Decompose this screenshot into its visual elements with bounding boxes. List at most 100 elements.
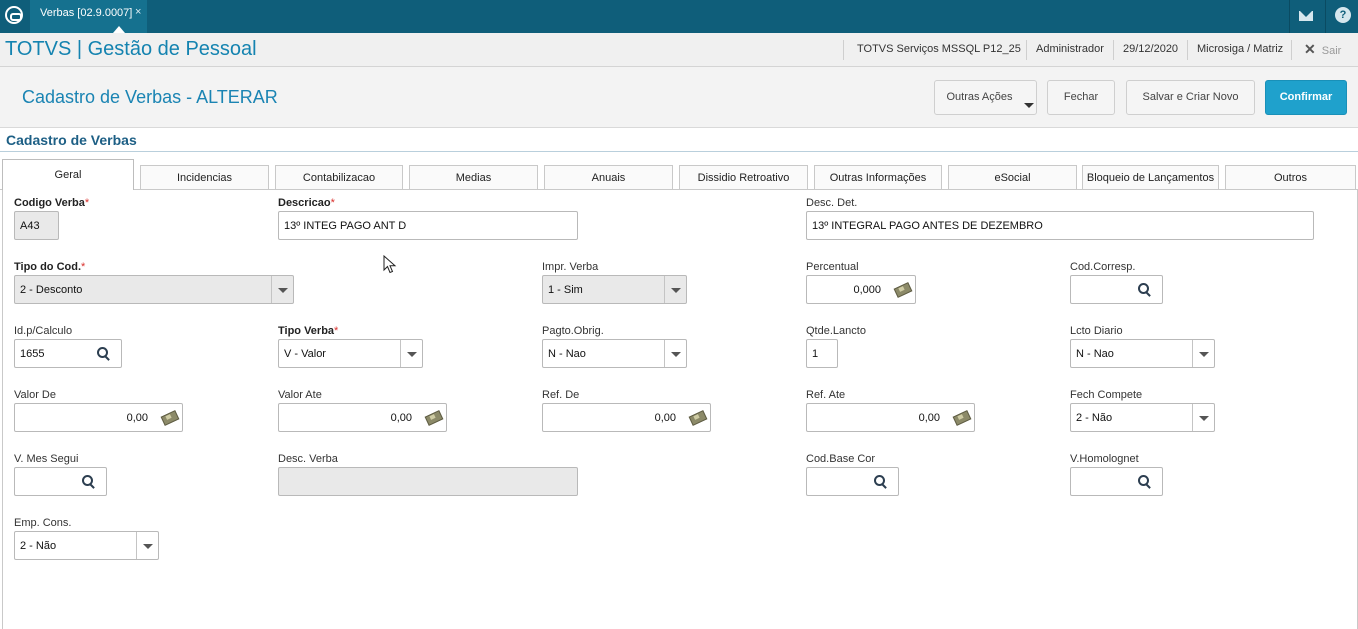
tipo-cod-select[interactable]: 2 - Desconto bbox=[14, 275, 294, 304]
divider bbox=[843, 40, 844, 60]
pagto-obrig-label: Pagto.Obrig. bbox=[542, 325, 604, 337]
tipo-verba-select[interactable]: V - Valor bbox=[278, 339, 423, 368]
divider bbox=[1026, 40, 1027, 60]
id-calculo-field[interactable]: 1655 bbox=[14, 339, 122, 368]
tipo-verba-label: Tipo Verba* bbox=[278, 325, 339, 337]
chevron-down-icon[interactable] bbox=[1192, 404, 1214, 431]
chevron-down-icon[interactable] bbox=[136, 532, 158, 559]
tipo-cod-label: Tipo do Cod.* bbox=[14, 261, 86, 273]
tab-esocial[interactable]: eSocial bbox=[948, 165, 1077, 189]
tab-close-icon[interactable]: × bbox=[135, 6, 141, 18]
help-button[interactable]: ? bbox=[1325, 0, 1358, 33]
desc-det-value: 13º INTEGRAL PAGO ANTES DE DEZEMBRO bbox=[812, 220, 1043, 232]
search-icon[interactable] bbox=[97, 347, 111, 361]
money-icon[interactable] bbox=[952, 412, 970, 424]
chevron-down-icon[interactable] bbox=[664, 276, 686, 303]
qtde-lancto-field[interactable]: 1 bbox=[806, 339, 838, 368]
impr-verba-value: 1 - Sim bbox=[548, 284, 583, 296]
totvs-logo-icon[interactable] bbox=[5, 6, 23, 24]
emp-cons-select[interactable]: 2 - Não bbox=[14, 531, 159, 560]
percentual-field[interactable]: 0,000 bbox=[806, 275, 916, 304]
tab-contabilizacao[interactable]: Contabilizacao bbox=[275, 165, 403, 189]
money-icon[interactable] bbox=[160, 412, 178, 424]
search-icon[interactable] bbox=[874, 475, 888, 489]
lcto-diario-label: Lcto Diario bbox=[1070, 325, 1123, 337]
codigo-verba-field[interactable]: A43 bbox=[14, 211, 59, 240]
search-icon[interactable] bbox=[1138, 283, 1152, 297]
tab-anuais[interactable]: Anuais bbox=[544, 165, 673, 189]
chevron-down-icon[interactable] bbox=[664, 340, 686, 367]
tab-outros[interactable]: Outros bbox=[1225, 165, 1356, 189]
v-mes-segui-field[interactable] bbox=[14, 467, 107, 496]
money-icon[interactable] bbox=[893, 284, 911, 296]
v-mes-segui-label: V. Mes Segui bbox=[14, 453, 79, 465]
tab-bloqueio-lancamentos[interactable]: Bloqueio de Lançamentos bbox=[1082, 165, 1219, 189]
desc-verba-field[interactable] bbox=[278, 467, 578, 496]
required-mark: * bbox=[334, 325, 339, 337]
ref-de-label: Ref. De bbox=[542, 389, 580, 401]
fech-compete-label: Fech Compete bbox=[1070, 389, 1143, 401]
divider bbox=[1113, 40, 1114, 60]
tab-incidencias[interactable]: Incidencias bbox=[140, 165, 269, 189]
percentual-value: 0,000 bbox=[853, 284, 881, 296]
confirm-button[interactable]: Confirmar bbox=[1265, 80, 1347, 115]
active-tab-caret bbox=[113, 26, 125, 33]
fech-compete-select[interactable]: 2 - Não bbox=[1070, 403, 1215, 432]
section-title: Cadastro de Verbas bbox=[6, 132, 137, 148]
valor-ate-label: Valor Ate bbox=[278, 389, 322, 401]
chevron-down-icon[interactable] bbox=[1192, 340, 1214, 367]
top-bar: Verbas [02.9.0007] × ? bbox=[0, 0, 1358, 33]
chevron-down-icon bbox=[1024, 103, 1034, 108]
required-mark: * bbox=[330, 197, 335, 209]
divider bbox=[1187, 40, 1188, 60]
ref-ate-value: 0,00 bbox=[918, 412, 940, 424]
pagto-obrig-select[interactable]: N - Nao bbox=[542, 339, 687, 368]
search-icon[interactable] bbox=[1138, 475, 1152, 489]
v-homolognet-field[interactable] bbox=[1070, 467, 1163, 496]
money-icon[interactable] bbox=[688, 412, 706, 424]
valor-ate-field[interactable]: 0,00 bbox=[278, 403, 447, 432]
close-button[interactable]: Fechar bbox=[1047, 80, 1115, 115]
tab-verbas[interactable]: Verbas [02.9.0007] × bbox=[30, 0, 147, 33]
other-actions-button[interactable]: Outras Ações bbox=[934, 80, 1037, 115]
impr-verba-select[interactable]: 1 - Sim bbox=[542, 275, 687, 304]
v-homolognet-label: V.Homolognet bbox=[1070, 453, 1139, 465]
ref-de-value: 0,00 bbox=[654, 412, 676, 424]
other-actions-label: Outras Ações bbox=[946, 91, 1013, 103]
ref-ate-field[interactable]: 0,00 bbox=[806, 403, 975, 432]
page-title: Cadastro de Verbas - ALTERAR bbox=[22, 87, 278, 107]
section-divider bbox=[0, 151, 1358, 152]
valor-ate-value: 0,00 bbox=[390, 412, 412, 424]
mail-button[interactable] bbox=[1289, 0, 1322, 33]
tab-geral[interactable]: Geral bbox=[2, 159, 134, 190]
save-and-new-button[interactable]: Salvar e Criar Novo bbox=[1126, 80, 1255, 115]
desc-det-label: Desc. Det. bbox=[806, 197, 858, 209]
exit-button[interactable]: ✕ Sair bbox=[1304, 41, 1341, 58]
tab-label: Verbas [02.9.0007] bbox=[40, 7, 133, 19]
cod-base-cor-label: Cod.Base Cor bbox=[806, 453, 876, 465]
mail-icon bbox=[1299, 11, 1313, 21]
cod-corresp-field[interactable] bbox=[1070, 275, 1163, 304]
tab-medias[interactable]: Medias bbox=[409, 165, 538, 189]
descricao-field[interactable]: 13º INTEG PAGO ANT D bbox=[278, 211, 578, 240]
desc-det-field[interactable]: 13º INTEGRAL PAGO ANTES DE DEZEMBRO bbox=[806, 211, 1314, 240]
chevron-down-icon[interactable] bbox=[400, 340, 422, 367]
emp-cons-value: 2 - Não bbox=[20, 540, 57, 552]
tab-dissidio-retroativo[interactable]: Dissidio Retroativo bbox=[679, 165, 808, 189]
cod-base-cor-field[interactable] bbox=[806, 467, 899, 496]
lcto-diario-select[interactable]: N - Nao bbox=[1070, 339, 1215, 368]
ref-de-field[interactable]: 0,00 bbox=[542, 403, 711, 432]
tab-outras-informacoes[interactable]: Outras Informações bbox=[814, 165, 942, 189]
valor-de-label: Valor De bbox=[14, 389, 56, 401]
valor-de-value: 0,00 bbox=[126, 412, 148, 424]
chevron-down-icon[interactable] bbox=[271, 276, 293, 303]
required-mark: * bbox=[81, 261, 86, 273]
cod-corresp-label: Cod.Corresp. bbox=[1070, 261, 1136, 273]
money-icon[interactable] bbox=[424, 412, 442, 424]
qtde-lancto-value: 1 bbox=[812, 348, 819, 360]
emp-cons-label: Emp. Cons. bbox=[14, 517, 72, 529]
app-bar: TOTVS | Gestão de Pessoal TOTVS Serviços… bbox=[0, 33, 1358, 67]
valor-de-field[interactable]: 0,00 bbox=[14, 403, 183, 432]
search-icon[interactable] bbox=[82, 475, 96, 489]
descricao-label: Descricao* bbox=[278, 197, 335, 209]
